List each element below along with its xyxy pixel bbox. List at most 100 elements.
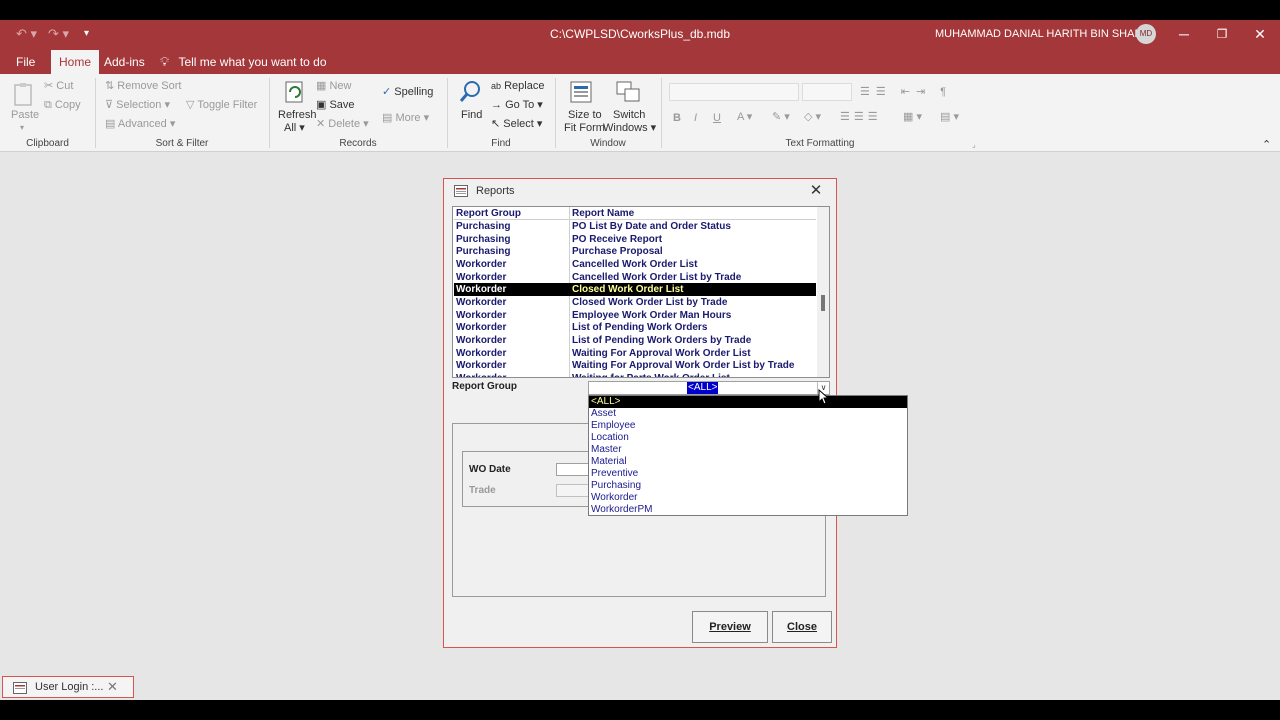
spelling-button[interactable]: ✓ Spelling xyxy=(382,85,433,99)
report-group-combo[interactable]: <ALL> ∨ xyxy=(588,381,830,395)
close-window-icon[interactable]: ✕ xyxy=(1240,20,1280,48)
gridlines-icon[interactable]: ▦ ▾ xyxy=(903,110,922,124)
avatar[interactable]: MD xyxy=(1136,24,1156,44)
wo-date-label: WO Date xyxy=(469,464,511,475)
save-button[interactable]: ▣ Save xyxy=(316,98,355,112)
remove-sort-button[interactable]: ⇅ Remove Sort xyxy=(105,79,181,93)
refresh-all-label[interactable]: All ▾ xyxy=(284,121,305,135)
advanced-filter-icon: ▤ xyxy=(105,118,116,130)
table-row[interactable]: Purchasing PO Receive Report xyxy=(454,233,816,246)
list-buttons[interactable]: ☰☰ ⇤⇥ ¶ xyxy=(860,85,952,99)
minimize-icon[interactable]: ─ xyxy=(1164,20,1204,48)
report-group-cell: Workorder xyxy=(456,334,507,346)
paste-icon xyxy=(14,83,32,106)
list-item[interactable]: Asset xyxy=(589,408,907,420)
switch-windows-icon[interactable] xyxy=(615,80,641,108)
save-icon: ▣ xyxy=(316,99,327,111)
cut-button[interactable]: ✂︎ Cut xyxy=(44,79,73,93)
find-label[interactable]: Find xyxy=(461,108,482,122)
select-button[interactable]: ↖ Select ▾ xyxy=(491,117,542,131)
replace-button[interactable]: ab Replace xyxy=(491,79,544,93)
tab-file[interactable]: File xyxy=(8,50,43,74)
lightbulb-icon: 💡︎ xyxy=(160,54,170,69)
tab-home[interactable]: Home xyxy=(51,50,100,74)
close-tab-icon[interactable]: ✕ xyxy=(107,679,118,695)
preview-button[interactable]: Preview xyxy=(692,611,768,643)
refresh-icon[interactable] xyxy=(284,80,306,108)
advanced-button[interactable]: ▤ Advanced ▾ xyxy=(105,117,175,131)
table-row[interactable]: Workorder Closed Work Order List by Trade xyxy=(454,296,816,309)
table-row[interactable]: Workorder Waiting for Parts Work Order Li… xyxy=(454,372,816,377)
copy-button[interactable]: ⧉ Copy xyxy=(44,98,81,112)
switch-label[interactable]: Switch xyxy=(613,108,645,122)
report-group-cell: Workorder xyxy=(456,271,507,283)
letterbox-top xyxy=(0,0,1280,20)
cursor-icon: ↖ xyxy=(491,118,501,130)
delete-button[interactable]: ✕ Delete ▾ xyxy=(316,117,369,131)
report-group-cell: Purchasing xyxy=(456,221,511,232)
list-item[interactable]: Master xyxy=(589,444,907,456)
group-sort-filter: Sort & Filter xyxy=(155,138,209,149)
scrollbar-thumb[interactable] xyxy=(821,295,825,311)
table-row[interactable]: Workorder Cancelled Work Order List xyxy=(454,258,816,271)
open-form-tab[interactable]: User Login :... ✕ xyxy=(2,676,134,698)
alt-row-color-icon[interactable]: ▤ ▾ xyxy=(940,110,959,124)
report-group-cell: Purchasing xyxy=(456,246,511,258)
new-button[interactable]: ▦ New xyxy=(316,79,351,93)
fit-form-label[interactable]: Fit Form xyxy=(564,121,605,135)
list-item[interactable]: WorkorderPM xyxy=(589,504,907,516)
table-row[interactable]: Purchasing PO List By Date and Order Stat… xyxy=(454,220,816,233)
toggle-filter-button[interactable]: ▽ Toggle Filter xyxy=(186,98,257,112)
access-window: ↶ ▾ ↷ ▾ ▾ C:\CWPLSD\CworksPlus_db.mdb MU… xyxy=(0,0,1280,720)
find-icon[interactable] xyxy=(459,80,483,108)
fill-color-icon[interactable]: ◇ ▾ xyxy=(804,110,821,124)
table-row[interactable]: Workorder Waiting For Approval Work Order… xyxy=(454,347,816,360)
list-item[interactable]: Workorder xyxy=(589,492,907,504)
close-button[interactable]: Close xyxy=(772,611,832,643)
tab-add-ins[interactable]: Add-ins xyxy=(96,50,153,74)
table-row[interactable]: Workorder Employee Work Order Man Hours xyxy=(454,309,816,322)
user-name[interactable]: MUHAMMAD DANIAL HARITH BIN SHAFIE. xyxy=(935,20,1155,48)
underline-button[interactable]: U xyxy=(713,111,721,125)
table-row[interactable]: Purchasing Purchase Proposal xyxy=(454,245,816,258)
dialog-close-icon[interactable]: ✕ xyxy=(806,181,826,201)
paste-dropdown-icon[interactable]: ▾ xyxy=(20,121,24,135)
open-form-tab-label: User Login :... xyxy=(35,681,104,693)
refresh-label[interactable]: Refresh xyxy=(278,108,317,122)
restore-icon[interactable]: ❐ xyxy=(1202,20,1242,48)
more-button[interactable]: ▤ More ▾ xyxy=(382,111,429,125)
font-name-select[interactable] xyxy=(669,83,799,101)
font-size-select[interactable] xyxy=(802,83,852,101)
bold-button[interactable]: B xyxy=(673,111,681,125)
list-item[interactable]: Material xyxy=(589,456,907,468)
paste-button[interactable] xyxy=(12,82,36,108)
list-scrollbar[interactable] xyxy=(817,207,829,377)
dialog-launcher-icon[interactable]: ⌟ xyxy=(972,138,976,152)
selection-button[interactable]: ⊽ Selection ▾ xyxy=(105,98,170,112)
list-item[interactable]: Location xyxy=(589,432,907,444)
font-color-icon[interactable]: A ▾ xyxy=(737,110,752,124)
table-row[interactable]: Workorder List of Pending Work Orders xyxy=(454,321,816,334)
collapse-ribbon-icon[interactable]: ⌃ xyxy=(1262,138,1271,152)
list-item[interactable]: Employee xyxy=(589,420,907,432)
highlight-icon[interactable]: ✎ ▾ xyxy=(772,110,790,124)
list-item[interactable]: <ALL> xyxy=(589,396,907,408)
report-list[interactable]: Report Group Report Name Purchasing PO Li… xyxy=(452,206,830,378)
size-to-label[interactable]: Size to xyxy=(568,108,602,122)
table-row[interactable]: Workorder Waiting For Approval Work Order… xyxy=(454,359,816,372)
ribbon: Paste ▾ ✂︎ Cut ⧉ Copy Clipboard ⇅ Remove… xyxy=(0,74,1280,152)
report-name-cell: List of Pending Work Orders xyxy=(572,322,708,334)
size-to-fit-icon[interactable] xyxy=(569,80,593,108)
report-group-value[interactable]: <ALL> xyxy=(687,382,719,394)
table-row[interactable]: Workorder List of Pending Work Orders by … xyxy=(454,334,816,347)
tell-me-box[interactable]: 💡︎ Tell me what you want to do xyxy=(160,50,327,74)
list-item[interactable]: Preventive xyxy=(589,468,907,480)
list-item[interactable]: Purchasing xyxy=(589,480,907,492)
align-buttons[interactable]: ☰☰☰ xyxy=(840,110,882,124)
windows-label[interactable]: Windows ▾ xyxy=(603,121,656,135)
goto-button[interactable]: → Go To ▾ xyxy=(491,98,543,112)
italic-button[interactable]: I xyxy=(694,111,697,125)
report-group-dropdown[interactable]: <ALL> Asset Employee Location Master Material… xyxy=(588,395,908,516)
table-row[interactable]: Workorder Closed Work Order List xyxy=(454,283,816,297)
table-row[interactable]: Workorder Cancelled Work Order List by Tr… xyxy=(454,271,816,284)
